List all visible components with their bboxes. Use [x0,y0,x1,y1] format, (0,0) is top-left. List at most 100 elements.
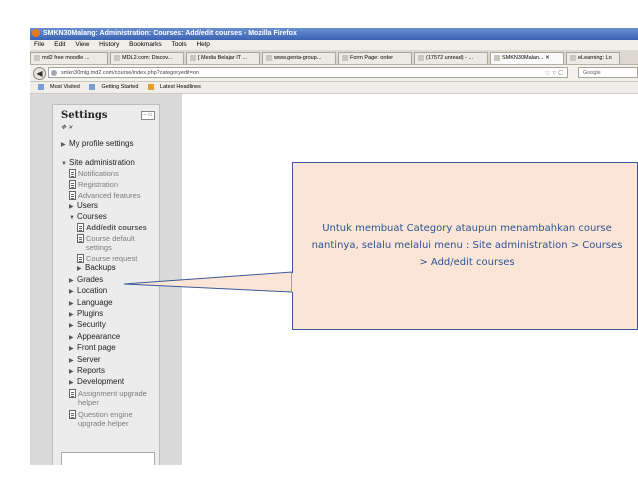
collapsed-arrow-icon: ▶ [69,335,74,341]
tab-unread-mail[interactable]: (17572 unread) - ... [414,52,488,64]
tree-server[interactable]: ▶ Server [69,355,101,366]
menu-file[interactable]: File [34,41,44,48]
favicon-icon [114,54,120,61]
collapsed-arrow-icon: ▶ [69,358,74,364]
next-block-box [61,452,155,465]
tree-reports[interactable]: ▶ Reports [69,366,105,377]
callout-box: Untuk membuat Category ataupun menambahk… [292,162,638,330]
menu-tools[interactable]: Tools [171,41,186,48]
tree-backups[interactable]: ▶ Backups [77,263,116,274]
url-bar[interactable]: smkn30mlg.md2.com/course/index.php?categ… [48,67,568,78]
document-icon [77,234,84,243]
tree-assignment-upgrade-2[interactable]: helper [78,398,99,407]
tree-course-default-settings-2[interactable]: settings [86,243,112,252]
menu-help[interactable]: Help [196,41,209,48]
settings-title: Settings [61,110,108,121]
page-icon [89,83,96,90]
page-content: Settings ✥ ✕ – ▭ ▶ My profile settings ▼ S… [30,94,638,465]
tree-security[interactable]: ▶ Security [69,320,106,331]
document-icon [69,191,76,200]
document-icon [69,169,76,178]
favicon-icon [266,54,272,61]
menu-bookmarks[interactable]: Bookmarks [129,41,162,48]
collapsed-arrow-icon: ▶ [69,204,74,210]
tab-media-belajar[interactable]: [ Media Belajar IT ... [186,52,260,64]
document-icon [77,223,84,232]
tree-front-page[interactable]: ▶ Front page [69,343,116,354]
tree-assignment-upgrade-1[interactable]: Assignment upgrade [78,389,147,398]
tree-registration[interactable]: Registration [78,180,118,189]
tree-site-administration[interactable]: ▼ Site administration [61,158,135,169]
tree-location[interactable]: ▶ Location [69,286,107,297]
tab-mdl2-discover[interactable]: MDL2.com: Discov... [110,52,184,64]
tree-advanced-features[interactable]: Advanced features [78,191,141,200]
document-icon [69,410,76,419]
navigation-bar: ◀ smkn30mlg.md2.com/course/index.php?cat… [30,65,638,82]
document-icon [77,254,84,263]
search-input[interactable]: Google [578,67,638,78]
favicon-icon [34,54,40,61]
tree-plugins[interactable]: ▶ Plugins [69,309,103,320]
tree-users[interactable]: ▶ Users [69,201,98,212]
tree-courses[interactable]: ▼ Courses [69,212,107,223]
bookmark-latest-headlines[interactable]: Latest Headlines [144,83,201,90]
bookmarks-bar: Most Visited Getting Started Latest Head… [30,82,638,94]
mail-icon [418,54,424,61]
tree-appearance[interactable]: ▶ Appearance [69,332,120,343]
firefox-icon [32,29,40,38]
collapsed-arrow-icon: ▶ [61,142,66,148]
menu-history[interactable]: History [99,41,119,48]
moodle-icon [494,54,500,61]
document-icon [69,389,76,398]
tab-genta-group[interactable]: www.genta-group... [262,52,336,64]
tab-md2-free-moodle[interactable]: md2 free moodle ... [30,52,108,64]
tab-smkn30malang[interactable]: SMKN30Malan... ✕ [490,52,564,64]
callout-text: Untuk membuat Category ataupun menambahk… [311,223,623,268]
expanded-arrow-icon: ▼ [61,161,67,167]
tab-bar: md2 free moodle ... MDL2.com: Discov...[ … [30,50,638,65]
collapsed-arrow-icon: ▶ [69,380,74,386]
tab-elearning[interactable]: eLearning: Lo [566,52,620,64]
window-title: SMKN30Malang: Administration: Courses: A… [43,30,297,37]
collapsed-arrow-icon: ▶ [69,278,74,284]
collapsed-arrow-icon: ▶ [69,346,74,352]
tree-language[interactable]: ▶ Language [69,298,113,309]
favicon-icon [570,54,576,61]
collapsed-arrow-icon: ▶ [69,323,74,329]
tree-course-default-settings-1[interactable]: Course default [86,234,135,243]
block-collapse-icon[interactable]: – ▭ [141,111,155,120]
tree-grades[interactable]: ▶ Grades [69,275,103,286]
menu-view[interactable]: View [75,41,89,48]
menu-edit[interactable]: Edit [54,41,65,48]
back-button[interactable]: ◀ [33,67,46,80]
most-visited-icon [38,83,44,90]
settings-block: Settings ✥ ✕ – ▭ ▶ My profile settings ▼ S… [52,104,160,465]
block-move-icons[interactable]: ✥ ✕ [61,124,73,131]
tree-development[interactable]: ▶ Development [69,377,124,388]
collapsed-arrow-icon: ▶ [69,312,74,318]
bookmark-getting-started[interactable]: Getting Started [85,83,138,90]
collapsed-arrow-icon: ▶ [69,301,74,307]
bookmark-most-visited[interactable]: Most Visited [34,83,80,90]
favicon-icon [190,54,196,61]
tree-question-engine-1[interactable]: Question engine [78,410,133,419]
expanded-arrow-icon: ▼ [69,215,75,221]
url-text: smkn30mlg.md2.com/course/index.php?categ… [61,70,200,76]
favicon-icon [342,54,348,61]
tree-course-request[interactable]: Course request [86,254,137,263]
collapsed-arrow-icon: ▶ [77,266,82,272]
tree-question-engine-2[interactable]: upgrade helper [78,419,128,428]
bookmark-star-icon[interactable]: ☆ ▿ C [544,68,563,79]
tree-notifications[interactable]: Notifications [78,169,119,178]
tree-my-profile[interactable]: ▶ My profile settings [61,139,133,150]
globe-icon [51,70,57,76]
collapsed-arrow-icon: ▶ [69,369,74,375]
document-icon [69,180,76,189]
title-bar: SMKN30Malang: Administration: Courses: A… [30,28,638,40]
browser-window: SMKN30Malang: Administration: Courses: A… [30,28,638,465]
collapsed-arrow-icon: ▶ [69,289,74,295]
menu-bar: File Edit View History Bookmarks Tools H… [30,40,638,50]
tab-form-page-order[interactable]: Form Page: order [338,52,412,64]
rss-icon [147,83,154,90]
tree-add-edit-courses[interactable]: Add/edit courses [86,223,147,232]
